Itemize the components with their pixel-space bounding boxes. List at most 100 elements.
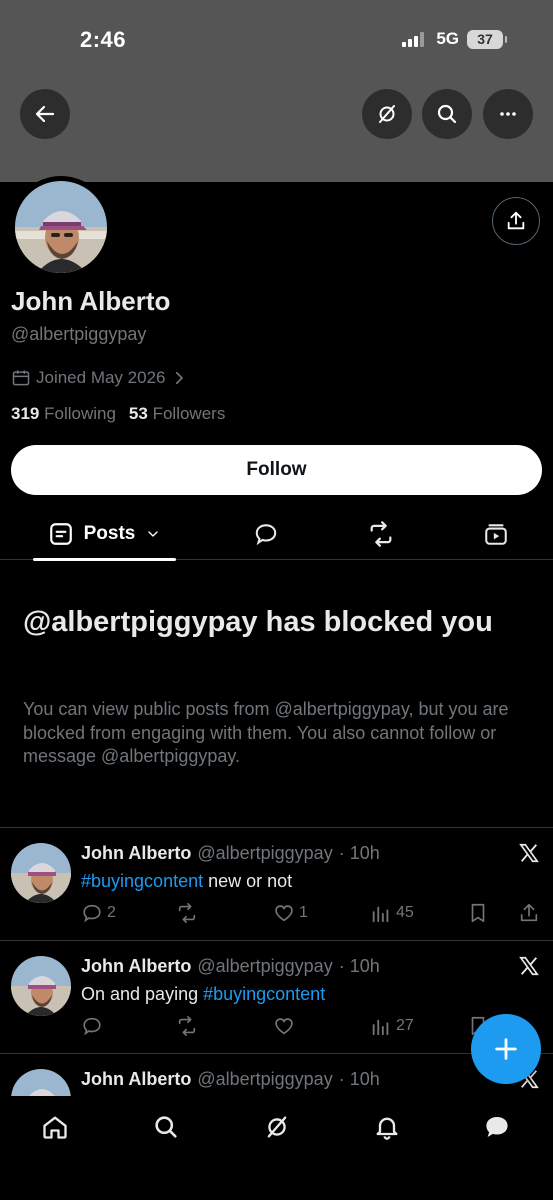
views-button[interactable]: 27 xyxy=(370,1015,414,1037)
nav-home[interactable] xyxy=(40,1112,70,1142)
tweet-author-name[interactable]: John Alberto xyxy=(81,1069,191,1090)
nav-notifications[interactable] xyxy=(372,1112,402,1142)
network-type: 5G xyxy=(436,29,459,48)
back-arrow-icon xyxy=(35,105,55,123)
views-icon xyxy=(372,1019,389,1036)
tab-media[interactable] xyxy=(482,520,510,548)
search-button[interactable] xyxy=(422,89,472,139)
repost-button[interactable] xyxy=(176,902,198,924)
chevron-down-icon xyxy=(148,531,159,537)
joined-label: Joined May 2026 xyxy=(36,368,166,387)
more-button[interactable] xyxy=(483,89,533,139)
tweet-item[interactable]: John Alberto @albertpiggypay · 10h On an… xyxy=(0,940,553,1053)
more-icon xyxy=(500,112,516,116)
repost-button[interactable] xyxy=(176,1015,198,1037)
bottom-nav xyxy=(0,1096,553,1200)
active-tab-indicator xyxy=(33,558,176,561)
avatar-image xyxy=(11,843,71,903)
views-count: 45 xyxy=(396,904,414,921)
followers-link[interactable]: 53 Followers xyxy=(129,404,225,424)
followers-count: 53 xyxy=(128,404,148,423)
tweet-header: John Alberto @albertpiggypay · 10h xyxy=(81,1069,380,1090)
compose-button[interactable] xyxy=(471,1014,541,1084)
battery-icon: 37 xyxy=(467,29,507,49)
tweet-author-handle: @albertpiggypay xyxy=(197,1069,333,1089)
tweet-time: · 10h xyxy=(338,1069,380,1089)
tab-replies[interactable] xyxy=(252,520,280,548)
tweet-actions: 2 1 45 xyxy=(81,902,541,926)
plus-icon xyxy=(495,1038,517,1060)
following-count: 319 xyxy=(11,404,40,423)
repost-icon xyxy=(178,1016,196,1036)
avatar-image xyxy=(11,956,71,1016)
share-icon xyxy=(520,903,538,922)
follow-stats: 319 Following 53 Followers xyxy=(11,404,225,424)
nav-search[interactable] xyxy=(151,1112,181,1142)
profile-avatar[interactable] xyxy=(10,176,112,278)
profile-tabs: Posts xyxy=(0,508,553,561)
tweet-author-name[interactable]: John Alberto xyxy=(81,956,191,977)
tweet-item[interactable]: John Alberto @albertpiggypay · 10h xyxy=(0,1053,553,1096)
tweet-actions: 27 xyxy=(81,1015,541,1039)
joined-date[interactable]: Joined May 2026 xyxy=(11,368,188,388)
share-icon xyxy=(507,211,525,230)
reply-button[interactable] xyxy=(81,1015,103,1037)
like-button[interactable]: 1 xyxy=(273,902,308,924)
hashtag-link[interactable]: #buyingcontent xyxy=(81,871,203,891)
tweet-text: #buyingcontent new or not xyxy=(81,871,292,892)
blocked-message: You can view public posts from @albertpi… xyxy=(23,699,509,766)
tweet-author-handle: @albertpiggypay xyxy=(197,956,333,976)
grok-button[interactable] xyxy=(362,89,412,139)
bell-icon xyxy=(376,1117,398,1140)
tweet-author-name[interactable]: John Alberto xyxy=(81,843,191,864)
reply-count: 2 xyxy=(107,904,116,921)
like-icon xyxy=(275,905,293,922)
share-button[interactable] xyxy=(518,902,540,924)
following-label: Following xyxy=(44,404,116,423)
following-link[interactable]: 319 Following xyxy=(11,404,116,424)
media-icon xyxy=(485,524,507,545)
profile-header-banner: 2:46 5G 37 xyxy=(0,0,553,182)
repost-icon xyxy=(178,903,196,923)
tweet-avatar[interactable] xyxy=(11,1069,71,1096)
avatar-image xyxy=(11,1069,71,1096)
tweet-text-prefix: On and paying xyxy=(81,984,204,1004)
nav-messages[interactable] xyxy=(482,1112,512,1142)
tweet-avatar[interactable] xyxy=(11,843,71,903)
followers-label: Followers xyxy=(152,404,226,423)
tweet-text: On and paying #buyingcontent xyxy=(81,984,325,1005)
home-icon xyxy=(43,1116,67,1139)
bookmark-icon xyxy=(471,903,485,923)
follow-button[interactable]: Follow xyxy=(11,445,542,495)
reply-icon xyxy=(83,1017,101,1036)
search-icon xyxy=(155,1116,177,1138)
posts-icon xyxy=(49,523,72,545)
status-time: 2:46 xyxy=(80,27,127,52)
nav-grok[interactable] xyxy=(262,1112,292,1142)
grok-icon xyxy=(267,1116,287,1138)
blocked-title: @albertpiggypay has blocked you xyxy=(23,606,493,638)
views-button[interactable]: 45 xyxy=(370,902,414,924)
hashtag-link[interactable]: #buyingcontent xyxy=(203,984,325,1004)
like-button[interactable] xyxy=(273,1015,295,1037)
share-profile-button[interactable] xyxy=(492,197,540,245)
views-count: 27 xyxy=(396,1017,414,1034)
repost-icon xyxy=(370,521,392,547)
views-icon xyxy=(372,906,389,923)
reply-icon xyxy=(255,524,277,546)
search-icon xyxy=(437,104,457,124)
avatar-image xyxy=(15,181,107,273)
tab-posts[interactable]: Posts xyxy=(33,508,176,561)
x-logo-icon xyxy=(519,843,539,863)
back-button[interactable] xyxy=(20,89,70,139)
bookmark-button[interactable] xyxy=(467,902,489,924)
tweet-header: John Alberto @albertpiggypay · 10h xyxy=(81,843,380,864)
x-logo-icon xyxy=(519,956,539,976)
tab-reposts[interactable] xyxy=(367,520,395,548)
tweet-avatar[interactable] xyxy=(11,956,71,1016)
tweet-item[interactable]: John Alberto @albertpiggypay · 10h #buyi… xyxy=(0,827,553,940)
reply-button[interactable]: 2 xyxy=(81,902,116,924)
tweet-time: · 10h xyxy=(338,956,380,976)
like-count: 1 xyxy=(299,904,308,921)
profile-name: John Alberto xyxy=(11,286,171,316)
